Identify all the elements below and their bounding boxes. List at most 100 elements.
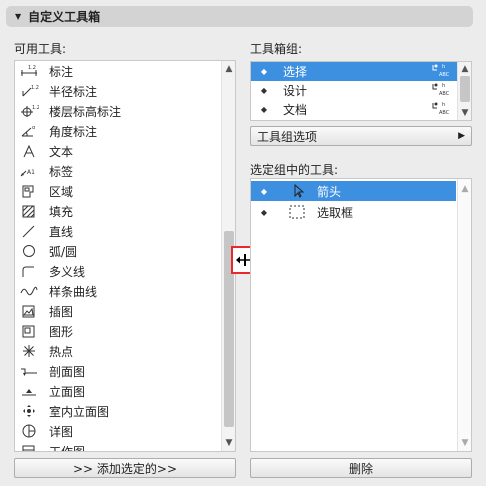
scroll-up-icon[interactable]: ▲ (458, 63, 471, 75)
available-tool-item[interactable]: 弧/圆 (15, 241, 222, 261)
available-tool-item[interactable]: 填充 (15, 201, 222, 221)
drawing-icon (15, 324, 43, 338)
spline-icon (15, 284, 43, 298)
available-tool-label: 多义线 (49, 264, 86, 279)
reorder-handle-icon[interactable]: ◆ (255, 67, 273, 76)
svg-text:1.2: 1.2 (31, 85, 39, 91)
available-tool-label: 详图 (49, 424, 74, 439)
available-tool-label: 直线 (49, 224, 74, 239)
svg-text:h: h (442, 102, 445, 108)
available-tools-list[interactable]: 1.2 标注 1.2 半径标注 1.2 楼层标高标注 α 角度标注文本 A1 标签区域填充直线弧/… (14, 60, 236, 452)
section-title: 自定义工具箱 (28, 10, 101, 24)
available-tool-item[interactable]: 文本 (15, 141, 222, 161)
figure-icon (15, 304, 43, 318)
scroll-down-icon[interactable]: ▼ (458, 437, 471, 449)
available-tool-label: 剖面图 (49, 364, 86, 379)
available-tool-label: 填充 (49, 204, 74, 219)
available-tool-label: 工作图 (49, 444, 86, 452)
detail-icon (15, 424, 43, 438)
svg-text:h: h (442, 64, 445, 70)
line-icon (15, 224, 43, 238)
available-tool-item[interactable]: 剖面图 (15, 361, 222, 381)
scroll-up-icon[interactable]: ▲ (222, 63, 235, 75)
worksheet-icon (15, 444, 43, 451)
available-tool-item[interactable]: 多义线 (15, 261, 222, 281)
svg-text:α: α (32, 125, 36, 131)
scroll-up-icon[interactable]: ▲ (458, 183, 471, 195)
available-tool-label: 区域 (49, 184, 74, 199)
toolbox-group-item[interactable]: ◆ 设计 ABC h (251, 81, 458, 100)
available-tool-item[interactable]: 室内立面图 (15, 401, 222, 421)
toolbox-group-item[interactable]: ◆ 选择 ABC h (251, 62, 458, 81)
available-tool-item[interactable]: 1.2 标注 (15, 61, 222, 81)
available-tool-label: 插图 (49, 304, 74, 319)
svg-text:1.2: 1.2 (32, 105, 39, 111)
available-tool-label: 立面图 (49, 384, 86, 399)
group-tool-label: 箭头 (317, 184, 342, 199)
svg-text:A1: A1 (27, 169, 35, 176)
add-selected-button[interactable]: >> 添加选定的>> (14, 458, 236, 478)
collapse-triangle-icon[interactable]: ▼ (15, 12, 21, 21)
label-icon: A1 (15, 164, 43, 178)
available-tools-label: 可用工具: (14, 42, 67, 56)
group-tool-item[interactable]: ◆ 箭头 (251, 181, 456, 201)
available-tool-item[interactable]: 图形 (15, 321, 222, 341)
available-tool-item[interactable]: 样条曲线 (15, 281, 222, 301)
available-tool-label: 标签 (49, 164, 74, 179)
available-tool-item[interactable]: 1.2 半径标注 (15, 81, 222, 101)
svg-text:h: h (442, 83, 445, 89)
scroll-thumb[interactable] (460, 76, 470, 102)
group-options-label: 工具组选项 (257, 129, 318, 144)
arc-circle-icon (15, 244, 43, 258)
available-tool-label: 图形 (49, 324, 74, 339)
svg-text:1.2: 1.2 (28, 65, 36, 71)
expand-arrow-icon: ▶ (458, 131, 465, 141)
scroll-down-icon[interactable]: ▼ (458, 107, 471, 119)
toolbox-group-item[interactable]: ◆ 文档 ABC h (251, 100, 458, 119)
group-tool-item[interactable]: ◆ 选取框 (251, 202, 456, 222)
available-tool-item[interactable]: 插图 (15, 301, 222, 321)
text-icon (15, 144, 43, 158)
reorder-handle-icon[interactable]: ◆ (255, 208, 273, 217)
svg-text:ABC: ABC (439, 110, 450, 115)
groups-scrollbar[interactable]: ▲ ▼ (457, 62, 471, 120)
group-tools-label: 选定组中的工具: (250, 163, 339, 177)
toolbox-groups-list[interactable]: ◆ 选择 ABC h ◆ 设计 ABC h ◆ 文档 ABC h ▲ ▼ (250, 61, 472, 121)
available-tool-label: 热点 (49, 344, 74, 359)
reorder-handle-icon[interactable]: ◆ (255, 187, 273, 196)
polyline-icon (15, 264, 43, 278)
elevation-icon (15, 384, 43, 398)
available-tool-item[interactable]: 区域 (15, 181, 222, 201)
zone-icon (15, 184, 43, 198)
available-tool-label: 样条曲线 (49, 284, 98, 299)
scroll-down-icon[interactable]: ▼ (222, 437, 235, 449)
group-tool-label: 选取框 (317, 205, 354, 220)
group-tools-list[interactable]: ◆ 箭头 ◆ 选取框 ▲ ▼ (250, 178, 472, 452)
available-tool-item[interactable]: 工作图 (15, 441, 222, 452)
angle-dimension-icon: α (15, 124, 43, 138)
group-tool-icon: ABC h (430, 82, 454, 99)
available-tool-item[interactable]: 直线 (15, 221, 222, 241)
available-tool-label: 楼层标高标注 (49, 104, 122, 119)
available-tool-item[interactable]: 立面图 (15, 381, 222, 401)
delete-button[interactable]: 删除 (250, 458, 472, 478)
reorder-handle-icon[interactable]: ◆ (255, 105, 273, 114)
available-tool-item[interactable]: 热点 (15, 341, 222, 361)
group-options-button[interactable]: 工具组选项 ▶ (250, 126, 472, 146)
available-tool-item[interactable]: A1 标签 (15, 161, 222, 181)
reorder-handle-icon[interactable]: ◆ (255, 86, 273, 95)
toolbox-group-label: 选择 (283, 65, 308, 79)
section-icon (15, 364, 43, 378)
section-header[interactable]: ▼ 自定义工具箱 (6, 6, 473, 27)
available-tool-item[interactable]: 详图 (15, 421, 222, 441)
radial-dimension-icon: 1.2 (15, 84, 43, 98)
toolbox-groups-label: 工具箱组: (250, 42, 303, 56)
fill-icon (15, 204, 43, 218)
available-tool-label: 标注 (49, 64, 74, 79)
level-dimension-icon: 1.2 (15, 104, 43, 118)
arrow-pointer-icon (283, 184, 311, 198)
group-tool-icon: ABC h (430, 63, 454, 80)
group-tools-scrollbar[interactable]: ▲ ▼ (457, 179, 471, 451)
available-tool-item[interactable]: α 角度标注 (15, 121, 222, 141)
available-tool-item[interactable]: 1.2 楼层标高标注 (15, 101, 222, 121)
